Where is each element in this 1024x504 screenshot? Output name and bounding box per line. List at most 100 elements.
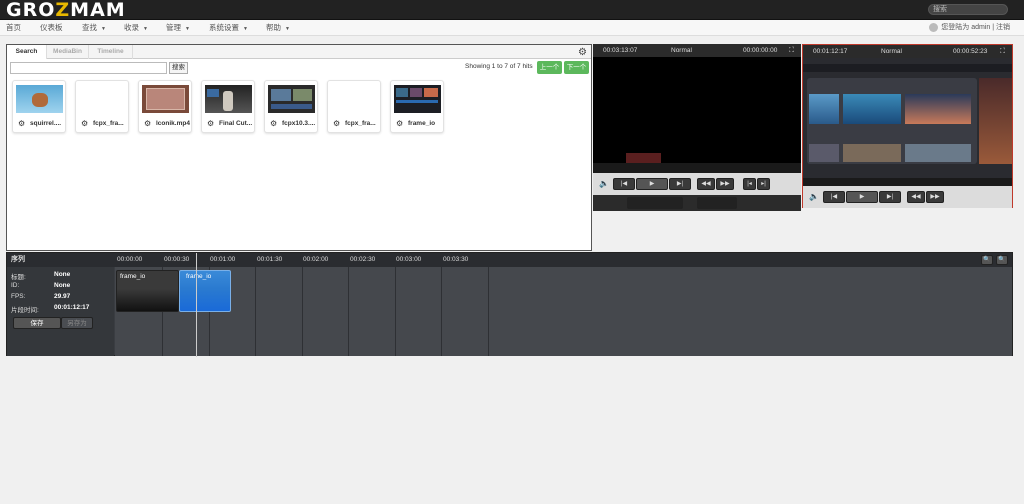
clip-label: frame_io [186,273,212,280]
result-caption: frame_io [408,120,436,127]
thumbnail-image [268,85,315,113]
zoom-in-icon[interactable]: 🔍 [996,255,1008,265]
nav-item-find[interactable]: 查找 ▼ [82,20,106,36]
gear-icon[interactable]: ⚙ [207,119,214,128]
nav-item-home[interactable]: 首页 [6,20,21,36]
search-button[interactable]: 搜索 [169,62,188,74]
mark-buttons[interactable] [697,197,737,209]
save-as-button[interactable]: 另存为 [61,317,93,329]
result-item[interactable]: ⚙ Final Cut... [201,80,255,133]
result-caption: fcpx_fra... [345,120,376,127]
viewer-mode[interactable]: Normal [881,45,902,58]
mark-in-button[interactable]: |◂ [743,178,756,190]
thumbnail-image [142,85,189,113]
rewind-button[interactable]: ◀◀ [907,191,925,203]
next-frame-button[interactable]: ▶| [669,178,691,190]
nav-item-dashboard[interactable]: 仪表板 [40,20,63,36]
info-value: 00:01:12:17 [54,304,90,311]
thumbnail-image [16,85,63,113]
tab-timeline[interactable]: Timeline [89,45,133,59]
tab-mediabin[interactable]: MediaBin [47,45,89,59]
timeline-title: 序列 [11,256,25,263]
result-caption: fcpx_fra... [93,120,124,127]
nav-item-manage[interactable]: 管理 ▼ [166,20,190,36]
search-input[interactable] [10,62,167,74]
nav-bar: 首页 仪表板 查找 ▼ 收录 ▼ 管理 ▼ 系统设置 ▼ 帮助 ▼ 您登陆为 admin … [0,20,1024,36]
gear-icon[interactable]: ⚙ [396,119,403,128]
ruler-label: 00:02:00 [303,256,329,263]
info-value: None [54,271,71,278]
prev-frame-button[interactable]: |◀ [823,191,845,203]
ruler-label: 00:00:00 [117,256,143,263]
video-screen[interactable] [803,58,1012,178]
top-bar: GROZMAM 搜索 [0,0,1024,20]
ruler-label: 00:00:30 [164,256,190,263]
sequence-info: 标题: None ID: None FPS: 29.97 片段时间: 00:01… [7,267,114,356]
ruler-label: 00:01:00 [210,256,236,263]
info-label: 片段时间: [11,307,39,314]
viewer-header: 00:03:13:07 Normal 00:00:00:00 ⛶ [593,44,801,57]
result-item[interactable]: ⚙ fcpx10.3.... [264,80,318,133]
fullscreen-icon[interactable]: ⛶ [789,44,794,57]
panel-tabs: Search MediaBin Timeline [7,45,591,59]
insert-overwrite-buttons[interactable] [627,197,683,209]
track-area[interactable]: frame_io frame_io [115,267,1012,356]
nav-item-help[interactable]: 帮助 ▼ [266,20,290,36]
info-label: FPS: [11,293,26,300]
save-button[interactable]: 保存 [13,317,61,329]
nav-item-settings[interactable]: 系统设置 ▼ [209,20,248,36]
gear-icon[interactable]: ⚙ [144,119,151,128]
chevron-down-icon: ▼ [101,26,106,32]
prev-frame-button[interactable]: |◀ [613,178,635,190]
play-button[interactable]: ▶ [846,191,878,203]
mark-out-button[interactable]: ▸| [757,178,770,190]
viewer-mode[interactable]: Normal [671,44,692,57]
info-label: 标题: [11,274,26,281]
result-item[interactable]: ⚙ fcpx_fra... [75,80,129,133]
result-item[interactable]: ⚙ fcpx_fra... [327,80,381,133]
scrub-marker[interactable] [626,153,661,163]
tab-search[interactable]: Search [7,45,47,59]
global-search-input[interactable]: 搜索 [928,4,1008,15]
next-button[interactable]: 下一个 [564,61,589,74]
timecode-duration: 00:00:00:00 [743,47,778,54]
thumbnail-image [205,85,252,113]
user-area[interactable]: 您登陆为 admin | 注销 [929,20,1010,36]
info-label: ID: [11,282,20,289]
chevron-down-icon: ▼ [143,26,148,32]
gear-icon[interactable]: ⚙ [81,119,88,128]
forward-button[interactable]: ▶▶ [716,178,734,190]
gear-icon[interactable]: ⚙ [333,119,340,128]
ruler-label: 00:03:00 [396,256,422,263]
volume-icon[interactable]: 🔈 [809,192,819,201]
thumbnail-image [79,85,126,113]
prev-button[interactable]: 上一个 [537,61,562,74]
next-frame-button[interactable]: ▶| [879,191,901,203]
playhead[interactable] [196,253,197,357]
user-icon [929,22,939,32]
timeline-clip-selected[interactable]: frame_io [179,270,231,312]
result-item[interactable]: ⚙ squirrel.... [12,80,66,133]
forward-button[interactable]: ▶▶ [926,191,944,203]
rewind-button[interactable]: ◀◀ [697,178,715,190]
gear-icon[interactable]: ⚙ [270,119,277,128]
info-value: None [54,282,71,289]
logo[interactable]: GROZMAM [6,0,126,20]
search-panel: Search MediaBin Timeline ⚙ 搜索 Showing 1 … [6,44,592,251]
video-screen[interactable] [593,57,801,163]
fullscreen-icon[interactable]: ⛶ [1000,45,1005,58]
result-item[interactable]: ⚙ lconik.mp4 [138,80,192,133]
info-value: 29.97 [54,293,71,300]
chevron-down-icon: ▼ [285,26,290,32]
source-viewer: 00:03:13:07 Normal 00:00:00:00 ⛶ 🔈 |◀ ▶ … [593,44,801,211]
gear-icon[interactable]: ⚙ [18,119,25,128]
timeline-clip[interactable]: frame_io [116,270,179,312]
nav-item-ingest[interactable]: 收录 ▼ [124,20,148,36]
result-item[interactable]: ⚙ frame_io [390,80,444,133]
viewer-header: 00:01:12:17 Normal 00:00:52:23 ⛶ [803,45,1012,58]
play-button[interactable]: ▶ [636,178,668,190]
zoom-out-icon[interactable]: 🔍 [981,255,993,265]
gear-icon[interactable]: ⚙ [578,47,587,58]
timeline-panel: 序列 00:00:00 00:00:30 00:01:00 00:01:30 0… [6,252,1013,357]
volume-icon[interactable]: 🔈 [599,179,609,188]
